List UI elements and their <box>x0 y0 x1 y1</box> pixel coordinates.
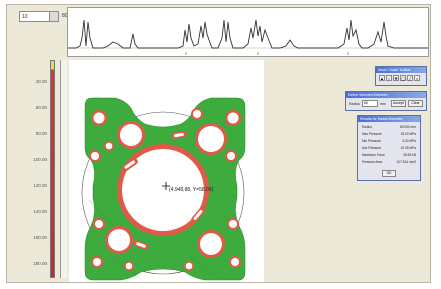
scale-tick: 160.00 <box>33 235 47 240</box>
radius-label: Radius <box>349 102 360 106</box>
result-label: Ave Pressure <box>362 146 382 150</box>
results-dialog[interactable]: Results for Radial Diameter Radius 80.00… <box>357 115 421 181</box>
close-icon[interactable]: × <box>414 75 420 81</box>
result-label: Min Pressure <box>362 139 381 143</box>
result-row: Maximum Force 35.69 kN <box>362 153 416 158</box>
ok-button[interactable]: OK <box>382 170 396 177</box>
result-label: Max Pressure <box>362 132 382 136</box>
result-row: Pressure Area 107.514 mm2 <box>362 160 416 165</box>
result-value: 35.69 kN <box>403 153 416 157</box>
result-row: Min Pressure 0.00 MPa <box>362 139 416 144</box>
pressure-color-bar <box>50 60 55 278</box>
scale-tick: 60.00 <box>35 105 47 110</box>
scale-tick: 140.00 <box>33 209 47 214</box>
chevron-down-icon[interactable] <box>49 12 58 21</box>
result-value: 0.00 MPa <box>402 139 416 143</box>
scale-tick: 120.00 <box>33 183 47 188</box>
result-label: Maximum Force <box>362 153 385 157</box>
circle-icon[interactable]: ◯ <box>400 75 406 81</box>
toolbar-dialog[interactable]: Move / Scale Toolbar ▲ ○ ✥ ◯ ╱ × <box>375 66 427 86</box>
gasket-pressure-map: (4.948,88, Y=58.09) <box>81 97 246 281</box>
result-value: 107.514 mm2 <box>396 160 417 164</box>
result-row: Ave Pressure 10.05 MPa <box>362 146 416 151</box>
pressure-map-canvas[interactable]: (4.948,88, Y=58.09) <box>69 60 264 282</box>
radius-unit: mm <box>380 102 386 106</box>
clear-button[interactable]: Clear <box>408 100 423 107</box>
result-value: 28.00 MPa <box>400 132 416 136</box>
arrow-icon[interactable]: ▲ <box>379 75 385 81</box>
scale-combo-value: 10 <box>22 14 28 20</box>
accept-button[interactable]: Accept <box>391 100 406 107</box>
pressure-profile-plot <box>67 7 429 57</box>
scale-combo[interactable]: 10 <box>19 11 59 22</box>
scale-tick: 100.00 <box>33 157 47 162</box>
result-row: Radius 80.000 mm <box>362 125 416 130</box>
result-label: Radius <box>362 125 372 129</box>
result-label: Pressure Area <box>362 160 383 164</box>
coordinate-readout: (4.948,88, Y=58.09) <box>169 187 214 193</box>
profile-trace <box>68 19 428 55</box>
radius-input[interactable]: 80 <box>362 100 378 107</box>
scale-tick: 40.00 <box>35 79 47 84</box>
scale-tick: 180.00 <box>33 261 47 266</box>
result-row: Max Pressure 28.00 MPa <box>362 132 416 137</box>
vertical-ruler[interactable] <box>60 60 67 278</box>
scale-tick: 80.00 <box>35 131 47 136</box>
application-window: 10 80% 40.00 60.00 80.00 100.00 120.00 1… <box>6 4 431 283</box>
result-value: 80.000 mm <box>400 125 416 129</box>
scale-panel: 40.00 60.00 80.00 100.00 120.00 140.00 1… <box>7 57 65 282</box>
line-icon[interactable]: ╱ <box>407 75 413 81</box>
pan-icon[interactable]: ✥ <box>393 75 399 81</box>
result-value: 10.05 MPa <box>400 146 416 150</box>
top-toolbar: 10 80% <box>7 5 430 57</box>
zoom-icon[interactable]: ○ <box>386 75 392 81</box>
define-diameter-dialog[interactable]: Define Selected Diameter Radius 80 mm Ac… <box>345 91 427 111</box>
